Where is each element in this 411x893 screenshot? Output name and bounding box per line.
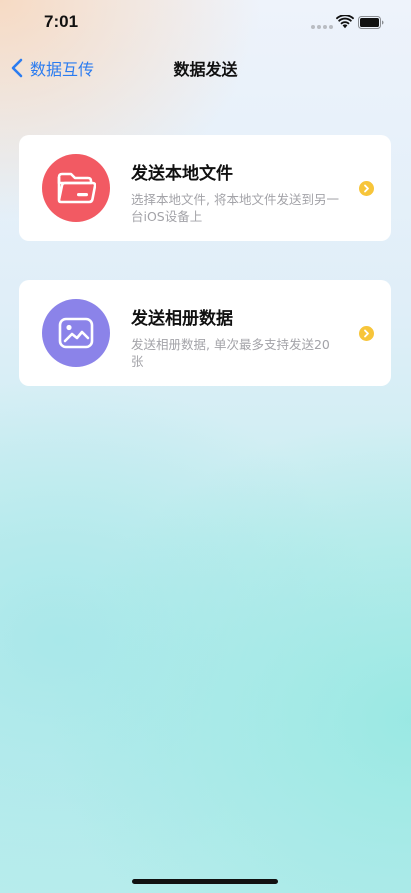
nav-bar: 数据互传 数据发送 <box>0 46 411 90</box>
card-title: 发送本地文件 <box>131 164 233 184</box>
status-bar: 7:01 <box>0 0 411 46</box>
send-album-data-card[interactable]: 发送相册数据 发送相册数据, 单次最多支持发送20张 <box>19 280 391 386</box>
battery-icon <box>358 16 384 29</box>
card-description: 选择本地文件, 将本地文件发送到另一台iOS设备上 <box>131 192 339 224</box>
cellular-signal-icon <box>311 25 333 29</box>
card-description: 发送相册数据, 单次最多支持发送20张 <box>131 337 330 369</box>
card-icon-badge <box>42 299 110 367</box>
page-title: 数据发送 <box>173 60 238 79</box>
photo-icon <box>58 317 94 349</box>
chevron-right-icon <box>359 326 374 341</box>
folder-icon <box>57 172 96 204</box>
send-local-file-card[interactable]: 发送本地文件 选择本地文件, 将本地文件发送到另一台iOS设备上 <box>19 135 391 241</box>
wifi-icon <box>336 15 354 29</box>
home-indicator[interactable] <box>132 879 278 884</box>
card-title: 发送相册数据 <box>131 309 233 329</box>
status-time: 7:01 <box>44 12 79 31</box>
card-icon-badge <box>42 154 110 222</box>
chevron-right-icon <box>359 181 374 196</box>
